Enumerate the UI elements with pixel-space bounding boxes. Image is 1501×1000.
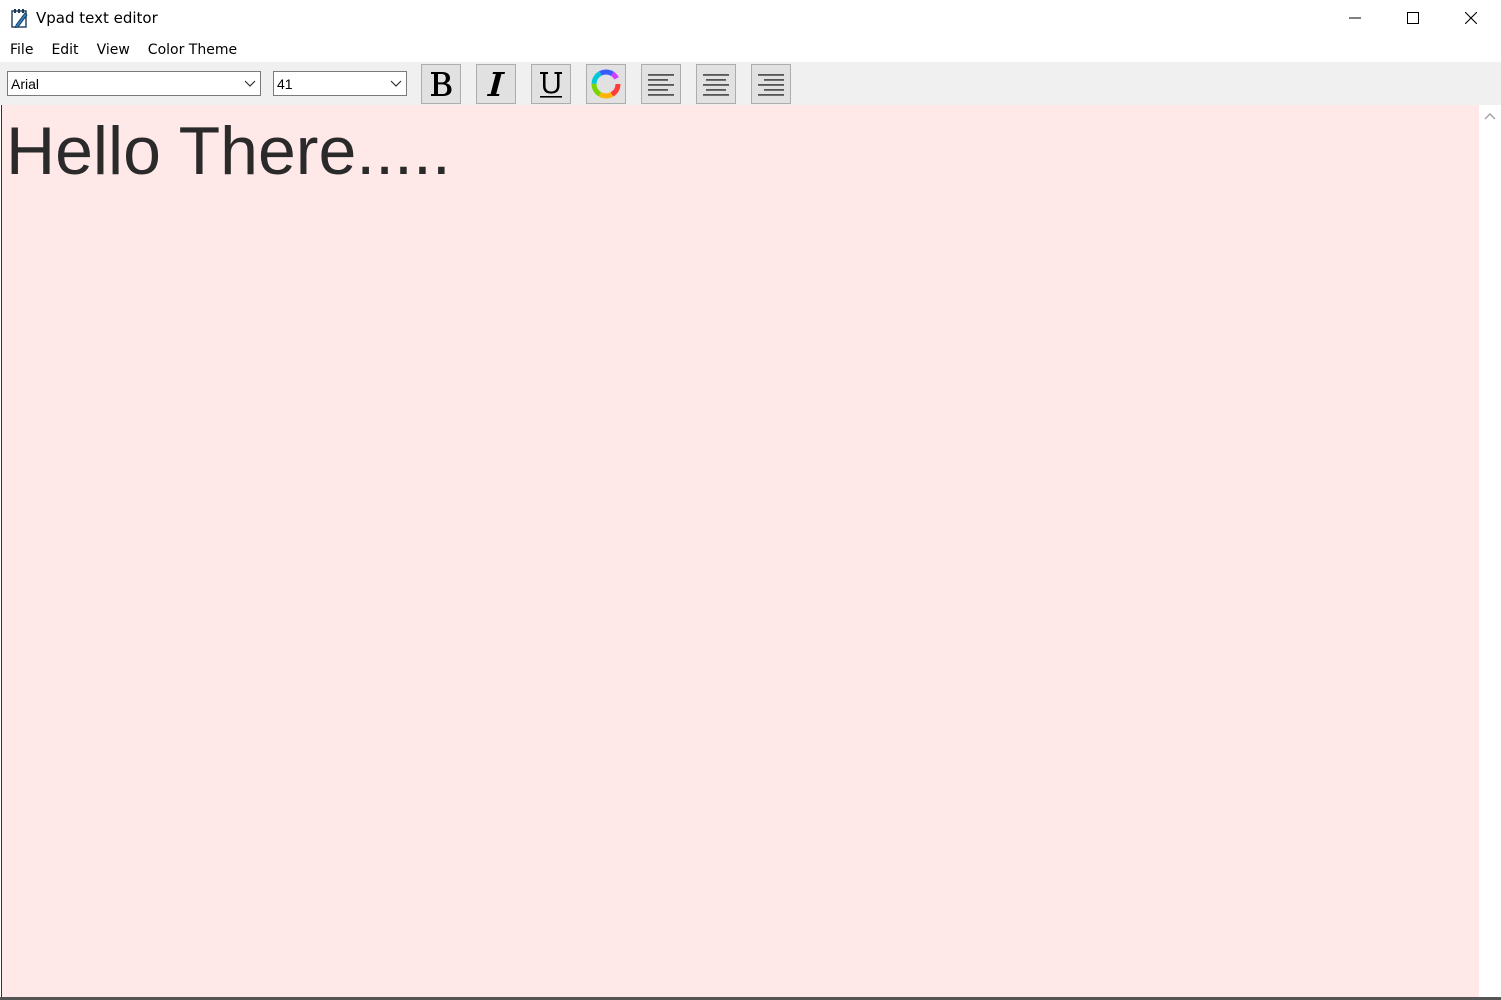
color-wheel-icon (591, 69, 621, 99)
font-family-select[interactable]: Arial (7, 71, 261, 96)
editor-content[interactable]: Hello There..... (6, 111, 451, 191)
minimize-button[interactable] (1326, 0, 1384, 36)
menu-color-theme[interactable]: Color Theme (139, 38, 246, 62)
app-window: Vpad text editor File Edit View Color Th… (0, 0, 1501, 1000)
chevron-down-icon (244, 80, 256, 87)
bold-button[interactable] (421, 64, 461, 104)
font-size-value: 41 (277, 76, 293, 92)
font-color-button[interactable] (586, 64, 626, 104)
notepad-pen-icon (11, 9, 28, 28)
underline-icon (540, 72, 562, 98)
close-icon (1465, 12, 1477, 24)
menu-bar: File Edit View Color Theme (0, 38, 1501, 62)
chevron-down-icon (390, 80, 402, 87)
italic-icon (487, 72, 505, 96)
menu-file[interactable]: File (0, 38, 42, 62)
minimize-icon (1349, 17, 1361, 19)
text-editor-area[interactable]: Hello There..... (1, 105, 1479, 998)
align-left-button[interactable] (641, 64, 681, 104)
scroll-up-icon[interactable] (1484, 111, 1496, 121)
maximize-icon (1407, 12, 1419, 24)
align-center-button[interactable] (696, 64, 736, 104)
align-left-icon (648, 74, 674, 96)
align-center-icon (703, 74, 729, 96)
close-button[interactable] (1442, 0, 1500, 36)
underline-button[interactable] (531, 64, 571, 104)
align-right-button[interactable] (751, 64, 791, 104)
vertical-scrollbar[interactable] (1479, 105, 1501, 998)
toolbar: Arial 41 (0, 62, 1501, 105)
menu-edit[interactable]: Edit (42, 38, 87, 62)
window-title: Vpad text editor (36, 9, 158, 27)
align-right-icon (758, 74, 784, 96)
font-size-select[interactable]: 41 (273, 71, 407, 96)
bold-icon (431, 72, 452, 96)
menu-view[interactable]: View (88, 38, 139, 62)
title-bar: Vpad text editor (0, 0, 1501, 38)
font-family-value: Arial (11, 76, 40, 92)
maximize-button[interactable] (1384, 0, 1442, 36)
italic-button[interactable] (476, 64, 516, 104)
